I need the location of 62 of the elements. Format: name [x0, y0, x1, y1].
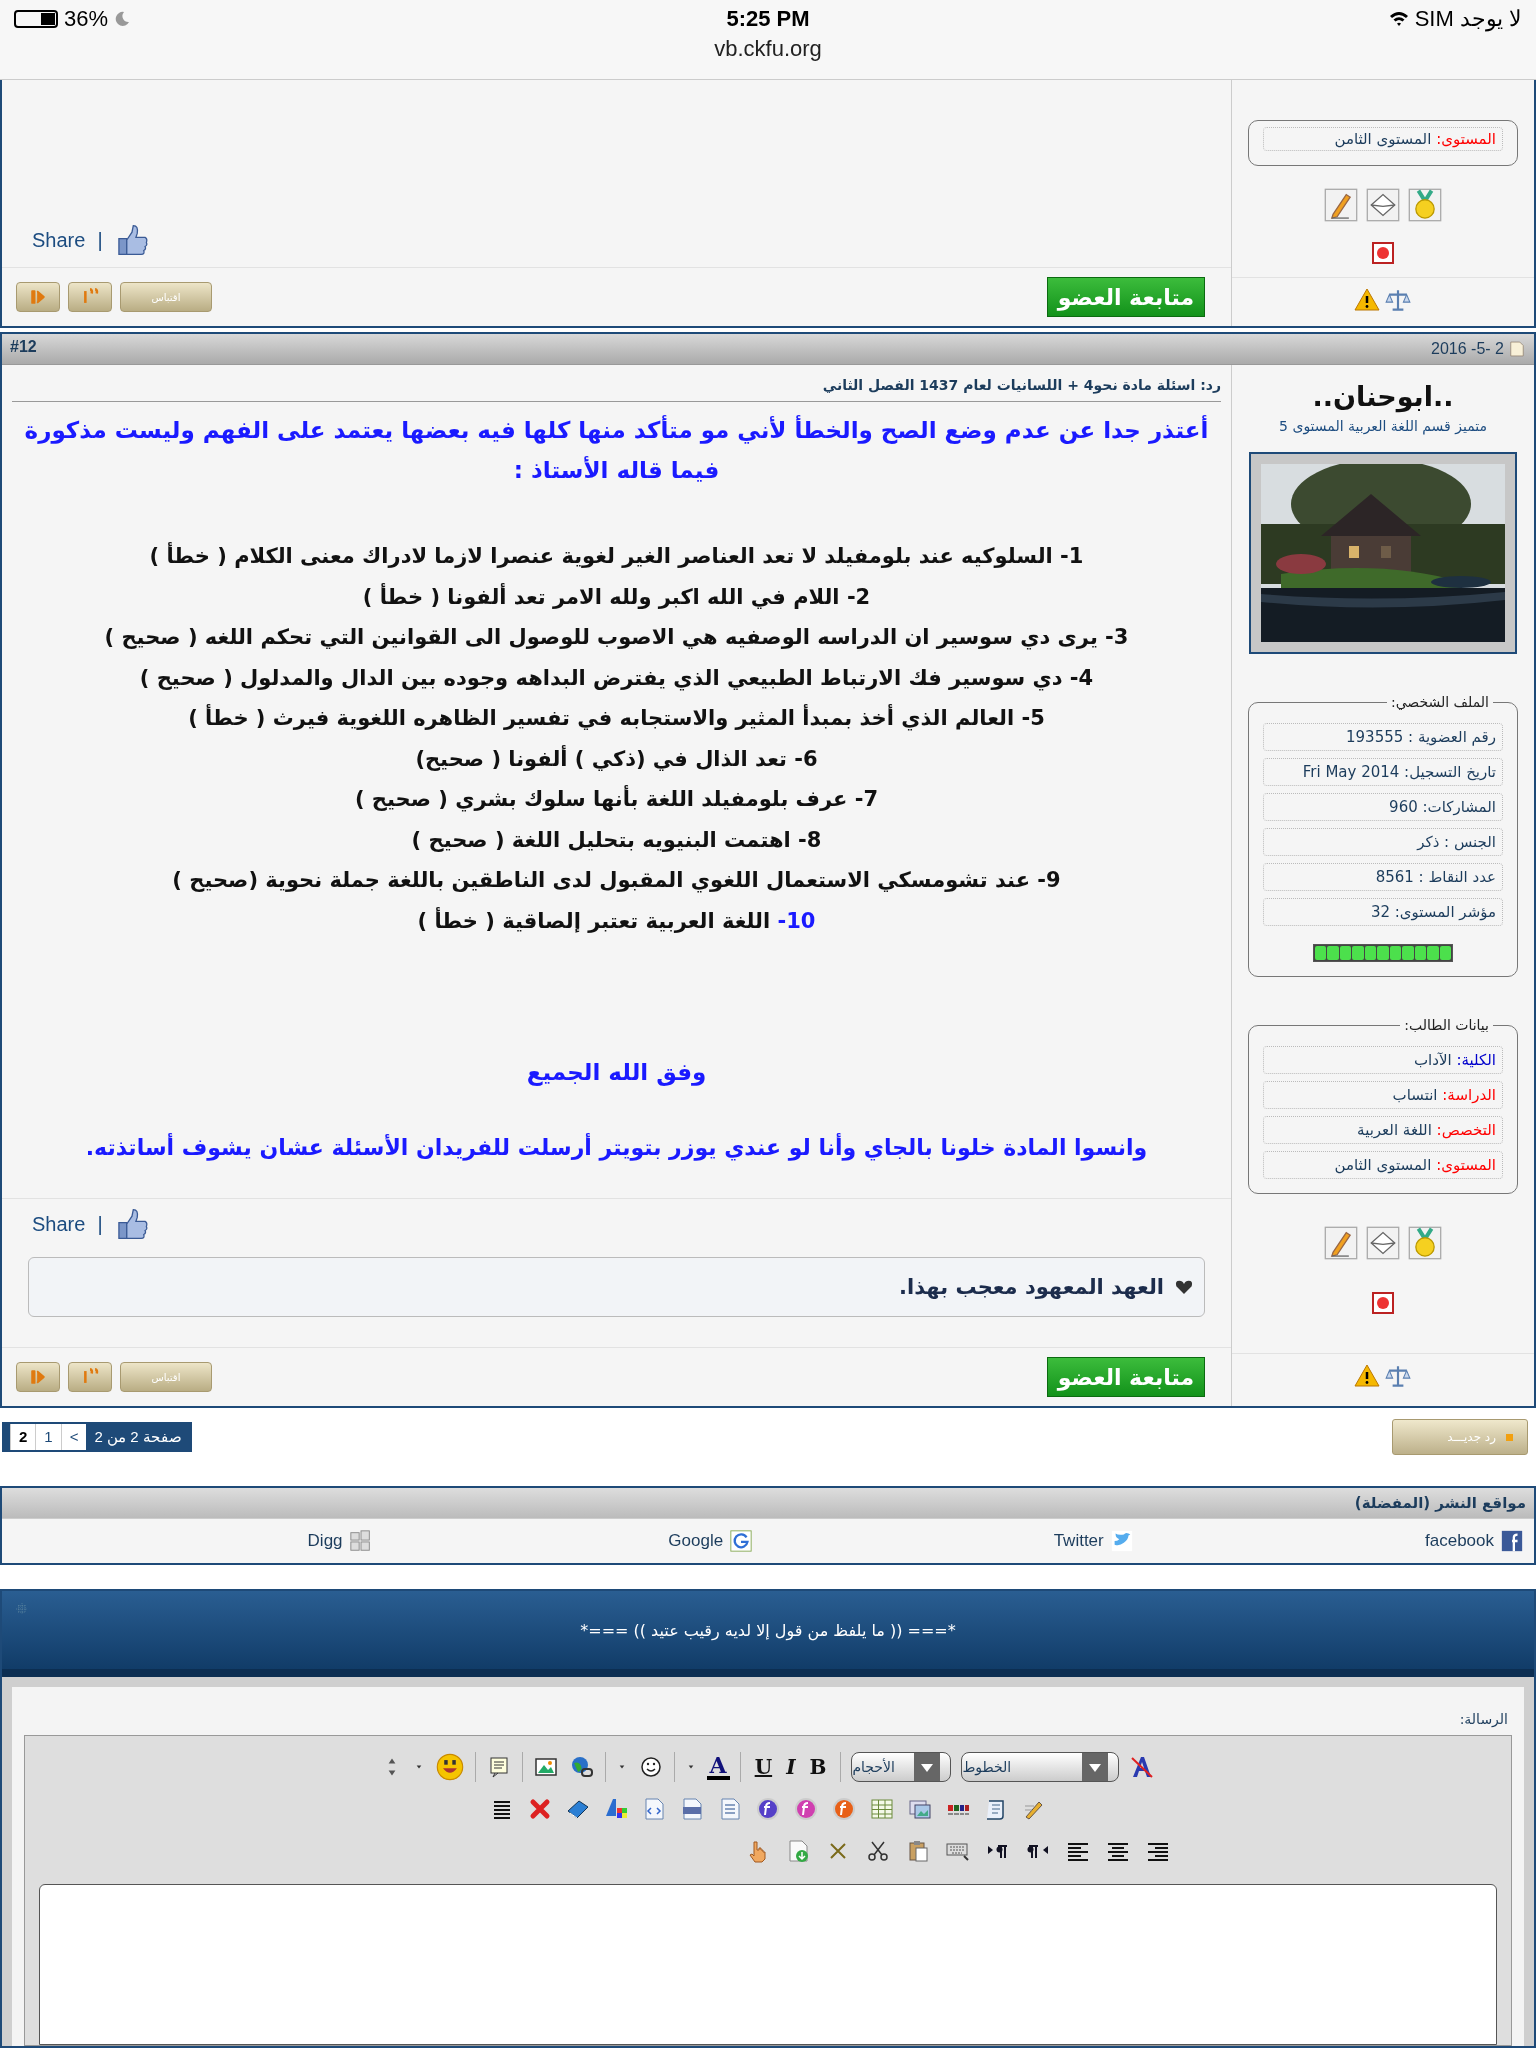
- share-site-link[interactable]: facebook: [1425, 1531, 1494, 1551]
- caret-icon: [914, 1753, 941, 1781]
- warning-icon[interactable]: [1354, 287, 1380, 313]
- share-link[interactable]: Share: [32, 228, 86, 252]
- share-site-link[interactable]: Digg: [307, 1531, 343, 1551]
- digg-icon[interactable]: [348, 1529, 373, 1553]
- page-info: صفحة 2 من 2: [86, 1424, 190, 1450]
- clock-time: 5:25 PM: [726, 6, 810, 32]
- report-icon[interactable]: [1370, 1290, 1396, 1316]
- format-button[interactable]: U: [750, 1755, 777, 1779]
- separator-text: |: [97, 1212, 103, 1236]
- share-link[interactable]: Share: [32, 1212, 86, 1236]
- size-dropdown[interactable]: الأحجام: [851, 1752, 952, 1782]
- post-number[interactable]: #12: [2, 334, 1232, 364]
- report-icon[interactable]: [1370, 240, 1396, 266]
- next-button[interactable]: [16, 282, 60, 312]
- warning-icon[interactable]: [1354, 1363, 1380, 1389]
- user-rank: متميز قسم اللغة العربية المستوى 5: [1279, 418, 1487, 434]
- page-icon: [1508, 340, 1526, 358]
- medal-icon[interactable]: [1408, 1226, 1442, 1260]
- student-box-title: بيانات الطالب:: [1403, 1017, 1490, 1033]
- table-icon[interactable]: [869, 1796, 895, 1822]
- post-note: وانسوا المادة خلونا بالجاي وأنا لو عندي يوزر بتويتر أرسلت للفريدان الأسئلة عشان يشوف أساتذته.: [84, 1135, 1149, 1160]
- message-label: الرسالة:: [1458, 1710, 1509, 1729]
- post-date: 2016 -5- 2: [1431, 340, 1504, 358]
- caret-icon: [1082, 1753, 1109, 1781]
- bird-icon[interactable]: [1109, 1529, 1134, 1553]
- pencil-icon[interactable]: [1324, 188, 1358, 222]
- share-site-link[interactable]: Twitter: [1053, 1531, 1104, 1551]
- profile-box-title: الملف الشخصي:: [1389, 694, 1490, 710]
- facebook-icon[interactable]: [1500, 1529, 1524, 1553]
- share-site-link[interactable]: Google: [668, 1531, 724, 1551]
- envelope-icon[interactable]: [1366, 1226, 1400, 1260]
- post-title: رد: اسئلة مادة نحو4 + اللسانيات لعام 1437 الفصل الثاني: [12, 377, 1221, 402]
- quote-button[interactable]: [68, 282, 112, 312]
- likes-text: العهد المعهود معجب بهذا.: [899, 1275, 1164, 1299]
- page-url[interactable]: vb.ckfu.org: [714, 36, 822, 62]
- username[interactable]: ..ابوحنان..: [1312, 381, 1454, 412]
- next-button[interactable]: [16, 1362, 60, 1392]
- envelope-icon[interactable]: [1366, 188, 1400, 222]
- font-color-button[interactable]: A: [706, 1754, 730, 1780]
- format-button[interactable]: I: [782, 1755, 800, 1779]
- quote-button[interactable]: [68, 1362, 112, 1392]
- medal-icon[interactable]: [1408, 188, 1442, 222]
- pencil-icon[interactable]: [1324, 1226, 1358, 1260]
- battery-icon: [14, 10, 58, 28]
- font-dropdown[interactable]: الخطوط: [961, 1752, 1120, 1782]
- format-button[interactable]: B: [805, 1755, 831, 1779]
- wifi-icon: [1388, 11, 1409, 27]
- moon-icon: [114, 11, 131, 27]
- google-icon[interactable]: [729, 1529, 754, 1553]
- separator-text: |: [97, 228, 103, 252]
- post-intro: أعتذر جدا عن عدم وضع الصح والخطأ لأني مو متأكد منها كلها فيه بعضها يعتمد على الفهم وليست مذكورة فيما قاله الأستاذ :: [23, 414, 1210, 485]
- message-field[interactable]: [39, 1884, 1497, 2045]
- banner-text: *=== (( ما يلفظ من قول إلا لديه رقيب عتيد )) ===*: [580, 1620, 956, 1640]
- battery-percent: 36%: [64, 6, 109, 32]
- carrier-text: لا يوجد SIM: [1414, 6, 1522, 32]
- flash-icon[interactable]: [755, 1796, 781, 1822]
- flash-icon[interactable]: [793, 1796, 819, 1822]
- closing-text: وفق الله الجميع: [525, 1059, 708, 1085]
- flash-icon[interactable]: [831, 1796, 857, 1822]
- section-title: مواقع النشر (المفضلة): [2, 1488, 1534, 1518]
